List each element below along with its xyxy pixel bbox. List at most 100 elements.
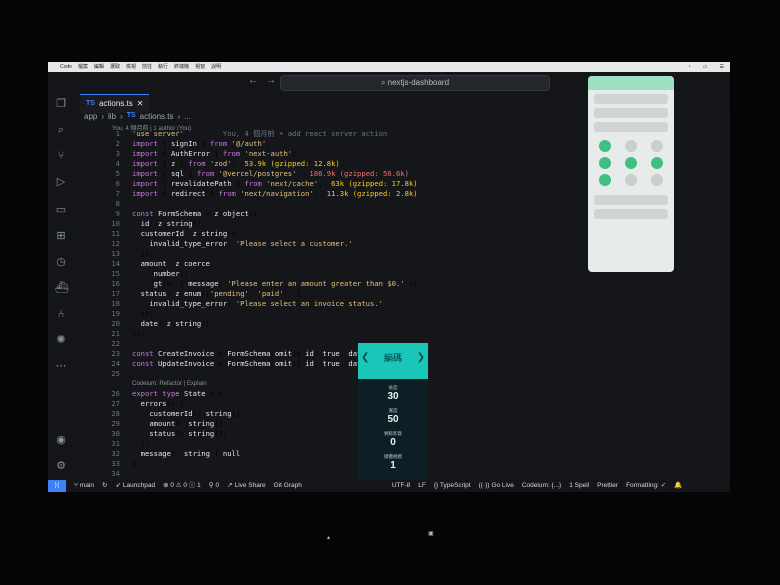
panel-slider[interactable] xyxy=(594,108,668,118)
battery-icon[interactable]: ▭ xyxy=(703,62,708,72)
mac-menubar: Code 檔案 編輯 選取 檢視 前往 執行 終端機 視窗 說明 ◔ ▭ ☰ xyxy=(48,62,730,72)
timeline-icon[interactable]: ◷ xyxy=(55,256,67,268)
widget-stat: 剩餘卸貨 0 xyxy=(358,431,428,448)
line-number: 31 xyxy=(111,439,120,448)
monitor-screen: Code 檔案 編輯 選取 檢視 前往 執行 終端機 視窗 說明 ◔ ▭ ☰ ←… xyxy=(48,62,730,492)
minimap[interactable] xyxy=(722,122,728,462)
end-of-line[interactable]: LF xyxy=(418,480,426,492)
breadcrumb-item[interactable]: actions.ts xyxy=(140,112,174,121)
menu-item[interactable]: 前往 xyxy=(142,62,152,72)
git-branch[interactable]: main xyxy=(80,480,94,492)
extensions-icon[interactable]: ⊞ xyxy=(55,230,67,242)
menu-item[interactable]: 視窗 xyxy=(195,62,205,72)
codeium-icon[interactable]: ✺ xyxy=(55,334,67,346)
back-arrow-icon[interactable]: ← xyxy=(248,75,258,86)
code-text: export type State = { xyxy=(132,389,223,398)
chevron-left-icon[interactable]: ❮ xyxy=(361,343,369,373)
prettier[interactable]: Prettier xyxy=(597,480,618,492)
tab-label: actions.ts xyxy=(98,99,133,108)
launchpad[interactable]: Launchpad xyxy=(123,480,155,492)
breadcrumb: app › lib › TS actions.ts › ... xyxy=(84,112,191,121)
ports[interactable]: 0 xyxy=(216,480,220,492)
panel-toggle[interactable] xyxy=(646,157,668,170)
more-icon[interactable]: ⋯ xyxy=(55,360,67,372)
panel-toggle[interactable] xyxy=(620,157,642,170)
panel-toggle[interactable] xyxy=(594,157,616,170)
wifi-icon[interactable]: ◔ xyxy=(688,62,691,72)
codeium-codelens[interactable]: Codeium: Refactor | Explain xyxy=(132,379,207,389)
run-debug-icon[interactable]: ▷ xyxy=(55,176,67,188)
spell-check[interactable]: 1 Spell xyxy=(569,480,589,492)
explorer-icon[interactable]: ❐ xyxy=(55,98,67,110)
menu-item[interactable]: 選取 xyxy=(110,62,120,72)
go-live[interactable]: Go Live xyxy=(491,480,513,492)
line-number: 23 xyxy=(111,349,120,358)
menu-item[interactable]: 終端機 xyxy=(174,62,189,72)
source-control-icon[interactable]: ⑂ xyxy=(55,150,67,162)
breadcrumb-item[interactable]: ... xyxy=(184,112,191,121)
live-share[interactable]: Live Share xyxy=(235,480,266,492)
code-text: }); xyxy=(132,329,145,338)
sync-icon[interactable]: ↻ xyxy=(102,480,107,492)
panel-toggle[interactable] xyxy=(646,174,668,187)
menu-item[interactable]: 說明 xyxy=(211,62,221,72)
problems[interactable]: ⊗ 0 ⚠ 0 ⓘ 1 xyxy=(163,480,201,492)
live-share-icon: ↗ xyxy=(227,482,233,489)
command-center[interactable]: ⌕ nextjs-dashboard xyxy=(280,75,550,91)
line-number: 18 xyxy=(111,299,120,308)
bell-icon[interactable]: 🔔 xyxy=(674,480,682,492)
line-number: 13 xyxy=(111,249,120,258)
line-number: 34 xyxy=(111,469,120,478)
panel-search-field[interactable] xyxy=(594,209,668,219)
forward-arrow-icon[interactable]: → xyxy=(266,75,276,86)
encoding[interactable]: UTF-8 xyxy=(392,480,410,492)
menu-item[interactable]: 編輯 xyxy=(94,62,104,72)
close-icon[interactable]: ✕ xyxy=(137,95,144,113)
language-mode[interactable]: {} TypeScript xyxy=(434,480,471,492)
account-icon[interactable]: ◉ xyxy=(55,434,67,446)
line-number: 20 xyxy=(111,319,120,328)
typescript-file-icon: TS xyxy=(86,100,95,107)
panel-slider[interactable] xyxy=(594,122,668,132)
tab-actions-ts[interactable]: TS actions.ts ✕ xyxy=(80,94,150,113)
panel-slider[interactable] xyxy=(594,195,668,205)
floating-control-panel xyxy=(588,76,674,272)
formatting[interactable]: Formatting: ✓ xyxy=(626,480,666,492)
menu-item[interactable]: 執行 xyxy=(158,62,168,72)
widget-stat: 寬度 50 xyxy=(358,408,428,425)
chevron-right-icon[interactable]: ❯ xyxy=(417,343,425,373)
git-graph-icon[interactable]: ⑃ xyxy=(55,308,67,320)
codeium-status[interactable]: Codeium: {...} xyxy=(522,480,561,492)
git-graph[interactable]: Git Graph xyxy=(274,480,302,492)
panel-toggle[interactable] xyxy=(620,174,642,187)
breadcrumb-item[interactable]: lib xyxy=(108,112,116,121)
remote-indicator-icon[interactable]: ⟩⟨ xyxy=(48,480,66,492)
import-cost-annotation: 63k (gzipped: 17.8k) xyxy=(322,179,418,188)
menu-item[interactable]: 檔案 xyxy=(78,62,88,72)
panel-slider[interactable] xyxy=(594,94,668,104)
remote-explorer-icon[interactable]: ▭ xyxy=(55,204,67,216)
line-number: 22 xyxy=(111,339,120,348)
line-number: 28 xyxy=(111,409,120,418)
rocket-icon: ➶ xyxy=(115,482,121,489)
docker-icon[interactable]: ⛴ xyxy=(55,282,69,294)
monitor-button-icon[interactable]: ▣ xyxy=(428,530,434,537)
inline-git-blame: You, 4 個月前 • add react server action xyxy=(188,129,388,138)
monitor-led-icon: ▴ xyxy=(327,535,331,541)
panel-toggle[interactable] xyxy=(594,174,616,187)
menu-item[interactable]: Code xyxy=(60,62,72,72)
line-number: 16 xyxy=(111,279,120,288)
code-text: status?: string[]; xyxy=(149,429,228,438)
line-number: 4 xyxy=(115,159,120,168)
search-icon[interactable]: ⌕ xyxy=(55,124,67,136)
widget-header: ❮ 編碼 ❯ xyxy=(358,343,428,379)
panel-toggle[interactable] xyxy=(594,140,616,153)
panel-toggle[interactable] xyxy=(646,140,668,153)
control-center-icon[interactable]: ☰ xyxy=(720,62,724,72)
panel-toggle[interactable] xyxy=(620,140,642,153)
breadcrumb-item[interactable]: app xyxy=(84,112,97,121)
menu-item[interactable]: 檢視 xyxy=(126,62,136,72)
stat-value: 0 xyxy=(390,437,396,448)
code-text: errors?: { xyxy=(140,399,184,408)
settings-gear-icon[interactable]: ⚙ xyxy=(55,460,67,472)
